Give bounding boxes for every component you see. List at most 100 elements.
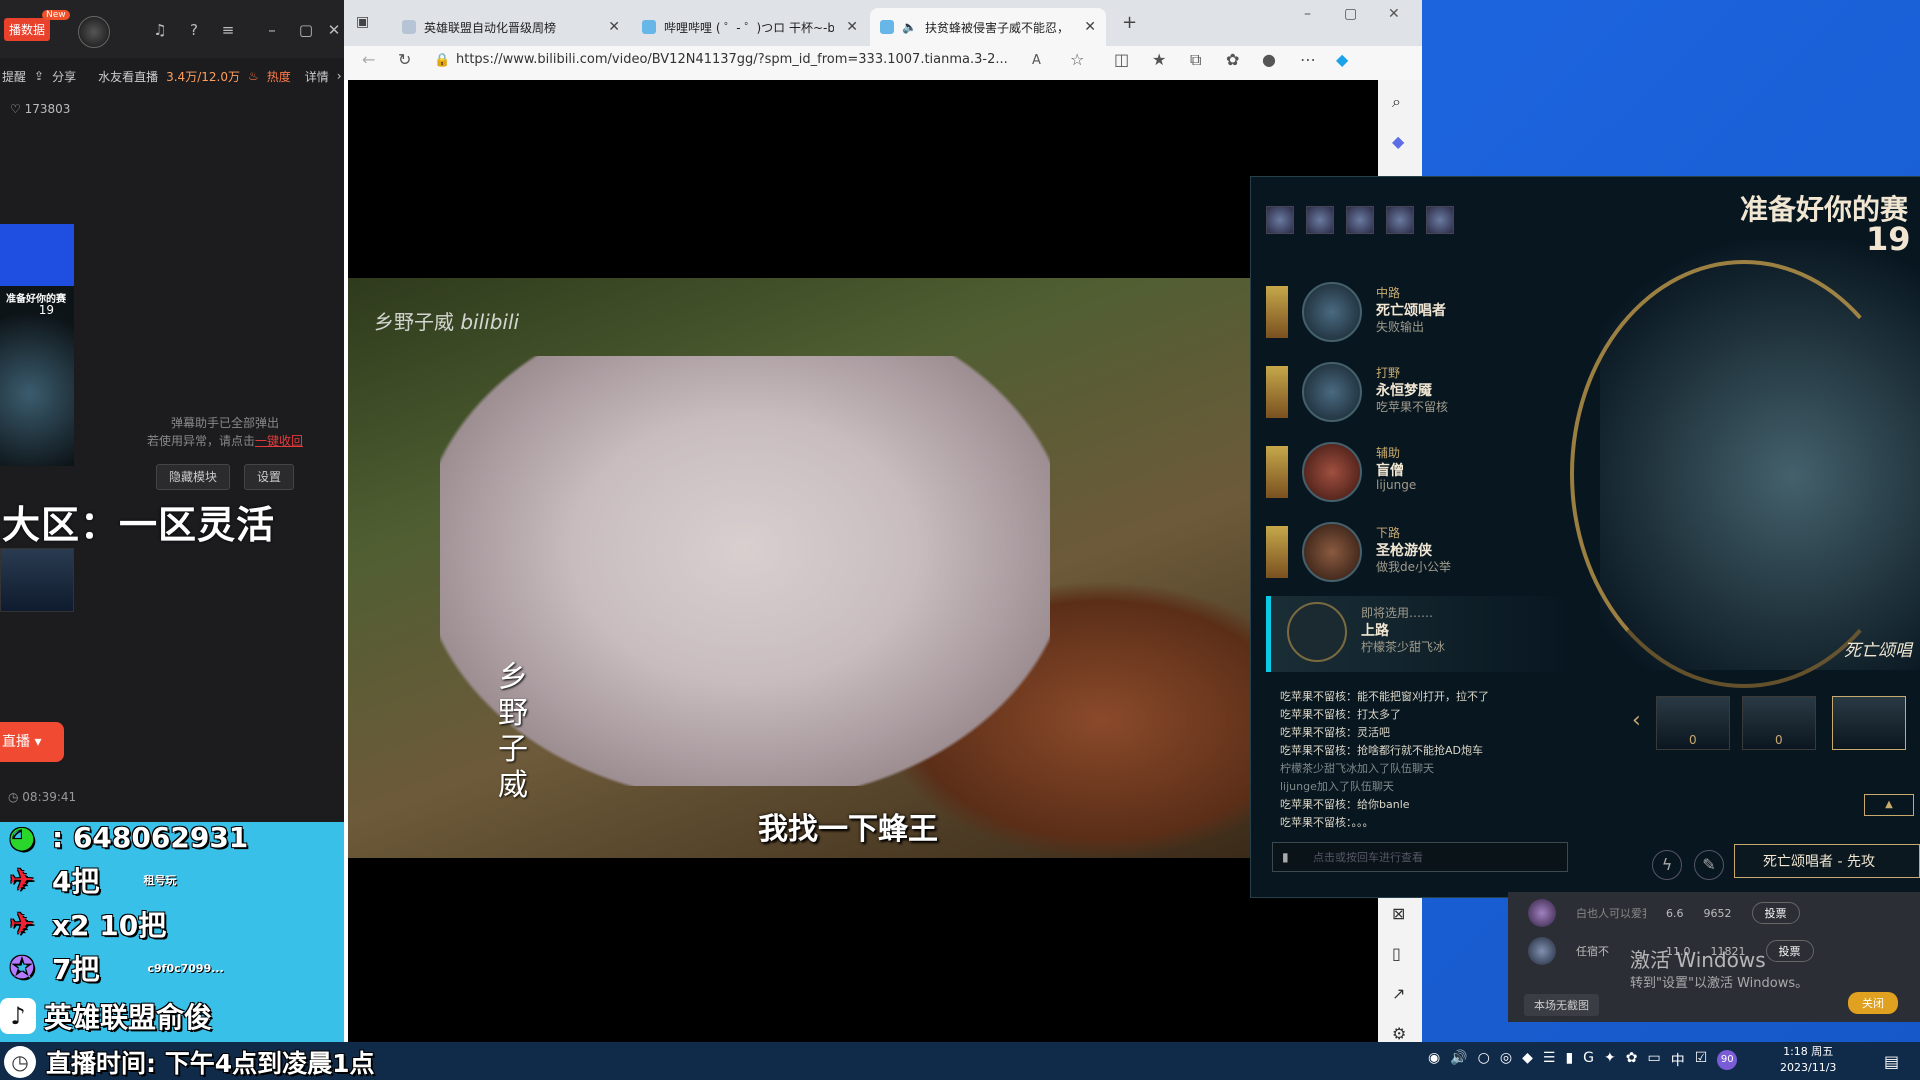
pick-slot-jungle[interactable]: 打野 永恒梦魇 吃苹果不留核 [1266,356,1566,432]
ime-indicator[interactable]: 中 [1671,1050,1685,1070]
headset-icon[interactable]: ♫ [152,22,168,38]
flash-spell-icon[interactable]: ϟ [1652,850,1682,880]
tab-bilibili-home[interactable]: 哔哩哔哩 ( ゜- ゜)つロ 干杯~-bilib ✕ [632,8,868,46]
more-icon[interactable]: ⋯ [1300,50,1316,69]
timer-ring [1570,260,1918,688]
chevron-right-icon[interactable]: › [337,69,342,83]
games-row-3: ✪ 7把 c9f0c7099... [0,948,224,988]
notification-badge[interactable]: 90 [1717,1050,1738,1070]
tray-app-icon[interactable]: ◆ [1522,1050,1533,1070]
copilot-icon[interactable]: ◆ [1336,50,1348,69]
close-tab-icon[interactable]: ✕ [608,19,620,35]
collapse-icon[interactable]: ▲ [1864,794,1914,816]
hide-module-button[interactable]: 隐藏模块 [155,464,230,490]
close-button[interactable]: 关闭 [1848,992,1898,1014]
clock-icon: ◷ [4,1046,36,1078]
avatar[interactable] [78,16,110,48]
skin-prev-icon[interactable]: ‹ [1632,708,1641,733]
tray-app-icon[interactable]: ○ [1478,1050,1490,1070]
go-live-button[interactable]: 直播 ▾ [0,722,64,762]
tray-app-icon[interactable]: ✿ [1626,1050,1638,1070]
gear-icon[interactable]: ⚙ [1392,1024,1406,1043]
close-tab-icon[interactable]: ✕ [1084,19,1096,35]
chat-input[interactable]: 点击或按回车进行查看 [1272,842,1568,872]
watch-label: 水友看直播 [98,69,159,84]
extensions-icon[interactable]: ✿ [1226,50,1239,69]
danmu-line-1: 弹幕助手已全部弹出 [170,416,279,430]
maximize-icon[interactable]: ▢ [1344,6,1357,22]
vote-button[interactable]: 投票 [1751,902,1800,924]
skin-thumbnail-selected[interactable] [1832,696,1906,750]
user-id-label: c9f0c7099... [147,961,224,975]
new-tab-button[interactable]: + [1122,12,1137,33]
collections-icon[interactable]: ⧉ [1190,50,1201,70]
chat-placeholder: 点击或按回车进行查看 [1313,851,1423,864]
tray-app-icon[interactable]: ☰ [1543,1050,1556,1070]
speaker-icon[interactable]: 🔈 [902,20,917,34]
read-aloud-icon[interactable]: A [1032,53,1041,68]
sidebar-toggle-icon[interactable]: ▯ [1392,944,1401,963]
tab-actions-icon[interactable]: ▣ [356,14,369,30]
pick-slot-bot[interactable]: 下路 圣枪游侠 做我de小公举 [1266,516,1566,592]
edit-icon[interactable]: ✎ [1694,850,1724,880]
display-icon[interactable]: ▭ [1647,1050,1660,1070]
favorites-icon[interactable]: ★ [1152,50,1166,69]
volume-icon[interactable]: 🔊 [1450,1050,1467,1070]
live-subbar: 提醒 ⇪ 分享 水友看直播 3.4万/12.0万 ♨ 热度 详情 › [0,62,344,90]
skin-thumbnail[interactable]: 0 [1742,696,1816,750]
rune-page-select[interactable]: 死亡颂唱者 - 先攻 [1734,844,1920,878]
lock-icon[interactable]: 🔒 [434,53,450,68]
notification-icon[interactable]: ▤ [1884,1052,1899,1071]
pick-role: 即将选用…… [1361,606,1434,620]
back-icon[interactable]: ← [362,50,375,69]
close-icon[interactable]: ✕ [1388,6,1400,22]
likes-count: ♡ 173803 [10,102,70,116]
help-icon[interactable]: ? [186,22,202,38]
network-icon[interactable]: ◉ [1428,1050,1440,1070]
pick-player: 失败输出 [1376,320,1425,334]
minimize-icon[interactable]: – [264,22,280,38]
refresh-icon[interactable]: ↻ [398,50,411,69]
maximize-icon[interactable]: ▢ [298,22,314,38]
preview-thumbnail-blue[interactable] [0,224,74,286]
share-link[interactable]: 分享 [52,68,76,85]
tray-app-icon[interactable]: G [1583,1050,1594,1070]
url-field[interactable]: https://www.bilibili.com/video/BV12N4113… [456,52,1008,67]
tray-app-icon[interactable]: ✦ [1604,1050,1616,1070]
live-data-tag[interactable]: 播数据 [4,17,51,41]
minimize-icon[interactable]: – [1304,6,1311,22]
vote-button[interactable]: 投票 [1765,940,1814,962]
avatar [1528,899,1556,927]
split-screen-icon[interactable]: ◫ [1114,50,1129,69]
detail-link[interactable]: 详情 [305,68,329,85]
favorite-star-icon[interactable]: ☆ [1070,50,1084,69]
screenshot-icon[interactable]: ⊠ [1392,904,1405,923]
pick-slot-mid[interactable]: 中路 死亡颂唱者 失败输出 [1266,276,1566,352]
taskbar-clock[interactable]: 1:18 周五 2023/11/3 [1780,1044,1836,1076]
tools-icon[interactable]: ◆ [1392,132,1404,151]
pick-slot-support[interactable]: 辅助 盲僧 lijunge [1266,436,1566,512]
profile-icon[interactable]: ● [1262,50,1276,69]
tab-video-active[interactable]: 🔈 扶贫蜂被侵害子威不能忍， ✕ [870,8,1106,46]
new-badge: New [42,10,70,20]
preview-thumbnail-game[interactable]: 准备好你的赛 19 [0,286,74,466]
champion-portrait [1302,522,1362,582]
tab-lol-ranking[interactable]: 英雄联盟自动化晋级周榜 ✕ [392,8,630,46]
mic-icon[interactable]: ▮ [1565,1050,1573,1070]
remind-link[interactable]: 提醒 [2,68,26,85]
preview-thumbnail-small[interactable] [0,548,74,612]
close-tab-icon[interactable]: ✕ [846,19,858,35]
external-link-icon[interactable]: ↗ [1392,984,1405,1003]
pick-slot-top-current[interactable]: 即将选用…… 上路 柠檬茶少甜飞冰 [1266,596,1571,672]
menu-icon[interactable]: ≡ [220,22,236,38]
recall-link[interactable]: 一键收回 [255,434,303,448]
search-icon[interactable]: ⌕ [1392,92,1401,112]
tray-app-icon[interactable]: ◎ [1500,1050,1512,1070]
settings-button[interactable]: 设置 [244,464,295,490]
live-timer-value: 08:39:41 [22,790,77,804]
watch-row[interactable]: 白也人可以爱我 6.6 9652 投票 [1528,896,1918,930]
close-icon[interactable]: ✕ [326,22,342,38]
checkbox-icon[interactable]: ☑ [1695,1050,1708,1070]
share-icon[interactable]: ⇪ [34,69,44,83]
skin-thumbnail[interactable]: 0 [1656,696,1730,750]
